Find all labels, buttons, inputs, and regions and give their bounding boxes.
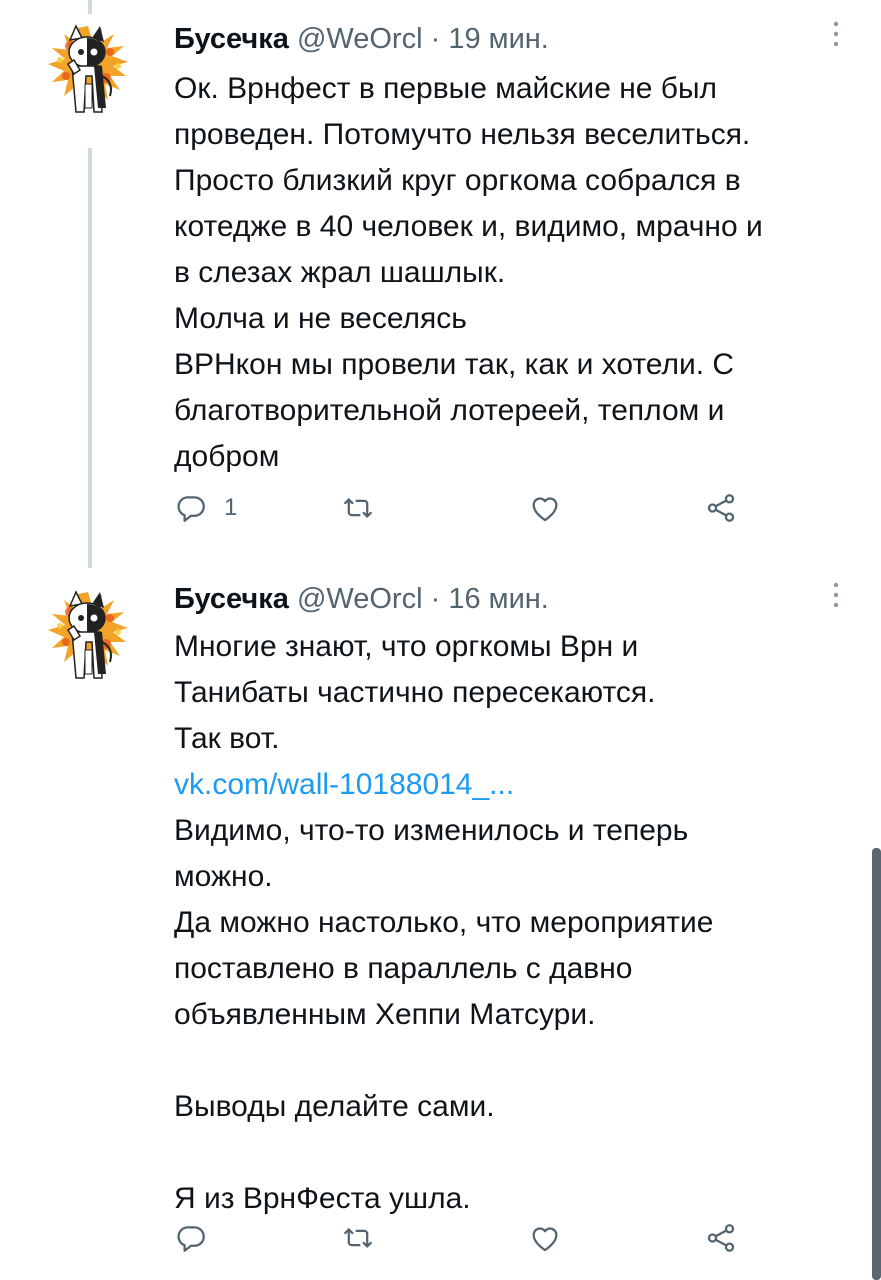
more-button[interactable] bbox=[826, 18, 846, 58]
tweet-text-line: Просто близкий круг оргкома собрался в bbox=[174, 164, 741, 197]
author-name[interactable]: Бусечка bbox=[174, 23, 289, 55]
reply-button[interactable] bbox=[174, 1214, 208, 1262]
share-icon bbox=[707, 1224, 735, 1252]
like-button[interactable] bbox=[528, 484, 562, 532]
like-button[interactable] bbox=[528, 1214, 562, 1262]
author-handle[interactable]: @WeOrcl bbox=[297, 23, 423, 55]
share-button[interactable] bbox=[704, 484, 738, 532]
tweet-text-line: Выводы делайте сами. bbox=[174, 1090, 495, 1123]
more-vertical-icon bbox=[833, 21, 839, 47]
retweet-icon bbox=[344, 498, 372, 518]
author-name[interactable]: Бусечка bbox=[174, 583, 289, 615]
tweet-header: Бусечка @WeOrcl · 16 мин. bbox=[174, 580, 549, 618]
tweet-time[interactable]: 19 мин. bbox=[448, 23, 549, 55]
tweet-text-line: Видимо, что-то изменилось и теперь bbox=[174, 814, 689, 847]
tweet-text-line: в слезах жрал шашлык. bbox=[174, 256, 506, 289]
tweet-text: Ок. Врнфест в первые майские не был пров… bbox=[174, 66, 864, 480]
tweet-text-line: Да можно настолько, что мероприятие bbox=[174, 906, 714, 939]
tweet[interactable]: Бусечка @WeOrcl · 16 мин. Многие знают, … bbox=[0, 570, 881, 1280]
tweet-text-line: объявленным Хеппи Матсури. bbox=[174, 998, 596, 1031]
tweet-text-line: Так вот. bbox=[174, 722, 280, 755]
tweet-text-line: благотворительной лотереей, теплом и bbox=[174, 394, 725, 427]
tweet-text-line: ВРНкон мы провели так, как и хотели. С bbox=[174, 348, 735, 381]
reply-button[interactable]: 1 bbox=[174, 484, 237, 532]
tweet-text-line: можно. bbox=[174, 860, 273, 893]
reply-icon bbox=[177, 496, 205, 522]
tweet-link[interactable]: vk.com/wall-10188014_... bbox=[174, 762, 864, 808]
retweet-button[interactable] bbox=[340, 484, 376, 532]
tweet-text-line: поставлено в параллель с давно bbox=[174, 952, 633, 985]
heart-icon bbox=[532, 497, 558, 522]
reply-icon bbox=[177, 1226, 205, 1252]
share-icon bbox=[707, 494, 735, 522]
separator: · bbox=[430, 23, 441, 55]
tweet-text-line: котедже в 40 человек и, видимо, мрачно и bbox=[174, 210, 763, 243]
avatar[interactable] bbox=[40, 16, 136, 120]
tweet-header: Бусечка @WeOrcl · 19 мин. bbox=[174, 20, 549, 58]
thread-line bbox=[88, 0, 92, 14]
tweet-actions bbox=[174, 1214, 774, 1262]
separator: · bbox=[430, 583, 441, 615]
author-handle[interactable]: @WeOrcl bbox=[297, 583, 423, 615]
avatar[interactable] bbox=[40, 582, 136, 686]
share-button[interactable] bbox=[704, 1214, 738, 1262]
heart-icon bbox=[532, 1227, 558, 1252]
tweet[interactable]: Бусечка @WeOrcl · 19 мин. Ок. Врнфест в … bbox=[0, 0, 881, 570]
tweet-actions: 1 bbox=[174, 484, 774, 532]
tweet-time[interactable]: 16 мин. bbox=[448, 583, 549, 615]
tweet-text-line: проведен. Потомучто нельзя веселиться. bbox=[174, 118, 751, 151]
retweet-icon bbox=[344, 1228, 372, 1248]
tweet-text-line: Многие знают, что оргкомы Врн и bbox=[174, 630, 639, 663]
more-button[interactable] bbox=[826, 579, 846, 619]
tweet-text-line: добром bbox=[174, 440, 280, 473]
tweet-text-line: Молча и не веселясь bbox=[174, 302, 467, 335]
tweet-text-line: Ок. Врнфест в первые майские не был bbox=[174, 72, 718, 105]
scrollbar[interactable] bbox=[872, 848, 881, 1280]
retweet-button[interactable] bbox=[340, 1214, 376, 1262]
tweet-text-line: Танибаты частично пересекаются. bbox=[174, 676, 656, 709]
tweet-text: Многие знают, что оргкомы Врн и Танибаты… bbox=[174, 624, 864, 1222]
reply-count: 1 bbox=[224, 494, 238, 521]
more-vertical-icon bbox=[833, 582, 839, 608]
thread-line bbox=[88, 148, 92, 568]
